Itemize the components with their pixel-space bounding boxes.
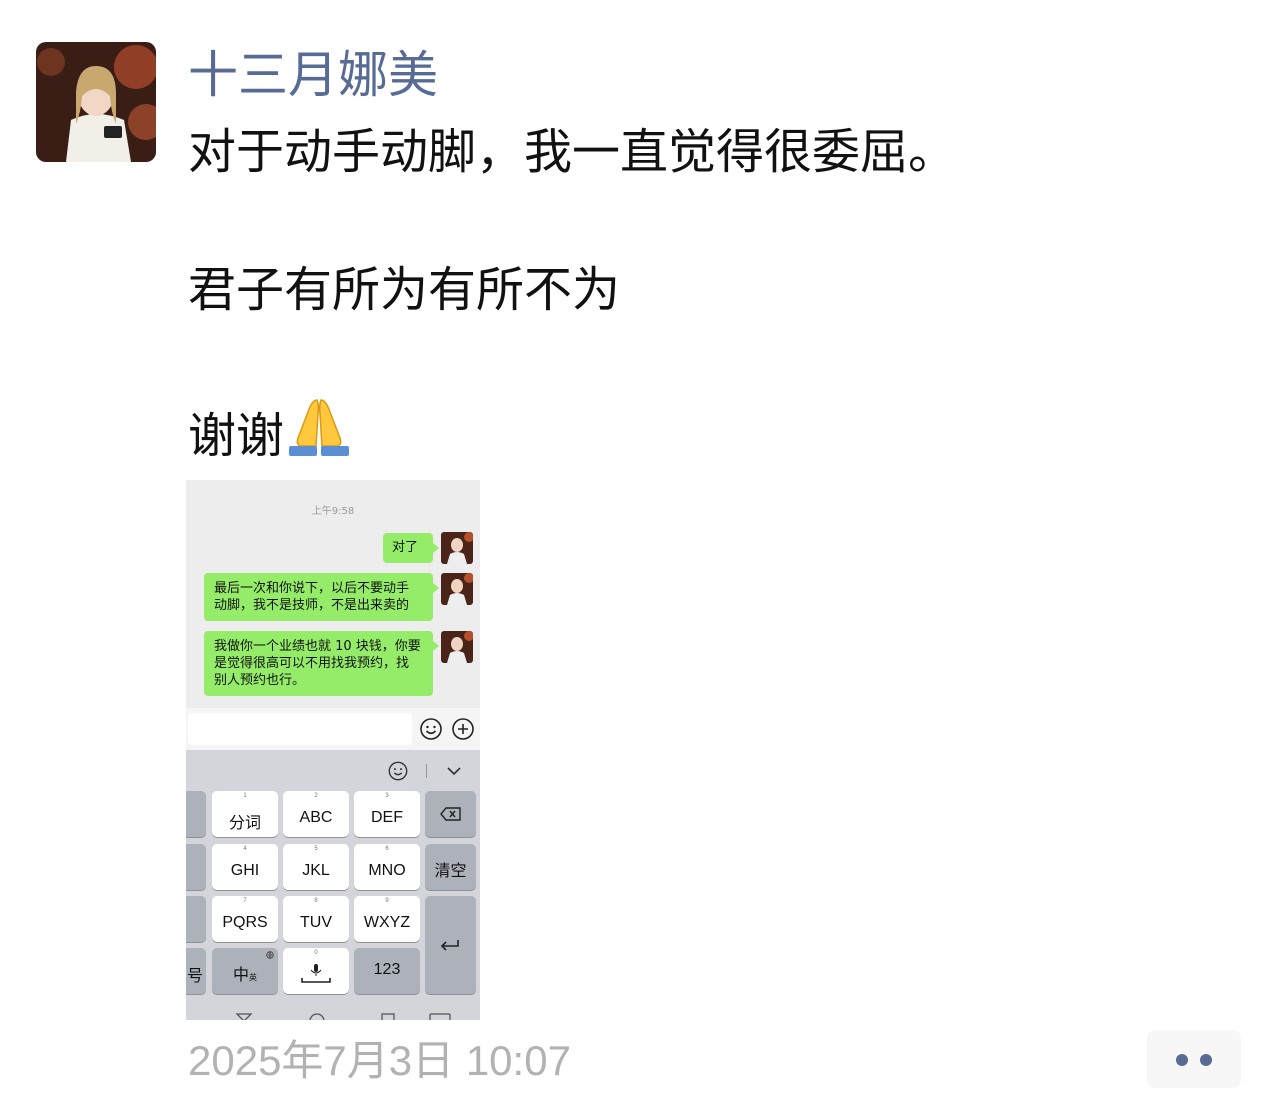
- space-key: 0: [283, 948, 349, 994]
- key-symbol-partial: 号: [186, 948, 206, 994]
- key-partial: [186, 844, 206, 890]
- chat-input-bar: [186, 708, 480, 750]
- message-input: [188, 713, 412, 745]
- key-8: 8 TUV: [283, 896, 349, 942]
- chat-bubble: 对了: [383, 533, 439, 563]
- chat-time: 上午9:58: [311, 506, 355, 517]
- key-6: 6 MNO: [354, 844, 420, 890]
- home-nav-icon: [309, 1013, 325, 1020]
- key-9: 9 WXYZ: [354, 896, 420, 942]
- keyboard-icon: [429, 1013, 451, 1020]
- post-text-line-1: 对于动手动脚，我一直觉得很委屈。: [188, 124, 957, 180]
- backspace-key: [425, 791, 476, 837]
- back-nav-icon: [235, 1013, 253, 1020]
- key-4: 4 GHI: [212, 844, 278, 890]
- key-partial: [186, 896, 206, 942]
- emoji-icon: [419, 717, 443, 741]
- divider: [426, 764, 427, 778]
- key-3: 3 DEF: [354, 791, 420, 837]
- chat-avatar: [441, 631, 473, 663]
- enter-key: [425, 896, 476, 994]
- chat-screenshot-image[interactable]: 上午9:58 对了 最后一次和你说下，以后不要动手 动脚，我不是技师，不是出来卖…: [186, 480, 480, 1020]
- keyboard: 号 1 分词 2 ABC 3 DEF 4 GHI 5 JKL 6 MNO 清空 7 PQRS …: [186, 750, 480, 1020]
- key-partial: [186, 791, 206, 837]
- thanks-text: 谢谢: [188, 408, 285, 464]
- post-text-line-2: 君子有所为有所不为: [188, 262, 621, 318]
- post-text-line-3: 谢谢: [188, 396, 352, 472]
- dot-icon: [1176, 1054, 1188, 1066]
- dot-icon: [1200, 1054, 1212, 1066]
- more-options-button[interactable]: [1147, 1030, 1241, 1088]
- numbers-key: 123: [354, 948, 420, 994]
- globe-icon: [266, 951, 274, 959]
- chat-avatar: [441, 573, 473, 605]
- folded-hands-icon: [286, 396, 352, 472]
- language-key: 中英: [212, 948, 278, 994]
- key-2: 2 ABC: [283, 791, 349, 837]
- recent-nav-icon: [381, 1013, 395, 1020]
- post-timestamp: 2025年7月3日 10:07: [188, 1037, 571, 1084]
- emoji-icon: [387, 760, 409, 786]
- plus-icon: [451, 717, 475, 741]
- key-5: 5 JKL: [283, 844, 349, 890]
- chat-avatar: [441, 532, 473, 564]
- return-icon: [440, 940, 459, 951]
- key-7: 7 PQRS: [212, 896, 278, 942]
- microphone-icon: [301, 964, 331, 983]
- clear-key: 清空: [425, 844, 476, 890]
- username[interactable]: 十三月娜美: [188, 44, 438, 106]
- user-avatar[interactable]: [36, 42, 156, 162]
- key-1: 1 分词: [212, 791, 278, 837]
- chat-bubble: 最后一次和你说下，以后不要动手 动脚，我不是技师，不是出来卖的: [204, 573, 439, 621]
- chat-bubble: 我做你一个业绩也就 10 块钱，你要 是觉得很高可以不用找我预约，找 别人预约也…: [204, 631, 439, 696]
- chevron-down-icon: [445, 762, 463, 784]
- backspace-icon: [440, 807, 461, 821]
